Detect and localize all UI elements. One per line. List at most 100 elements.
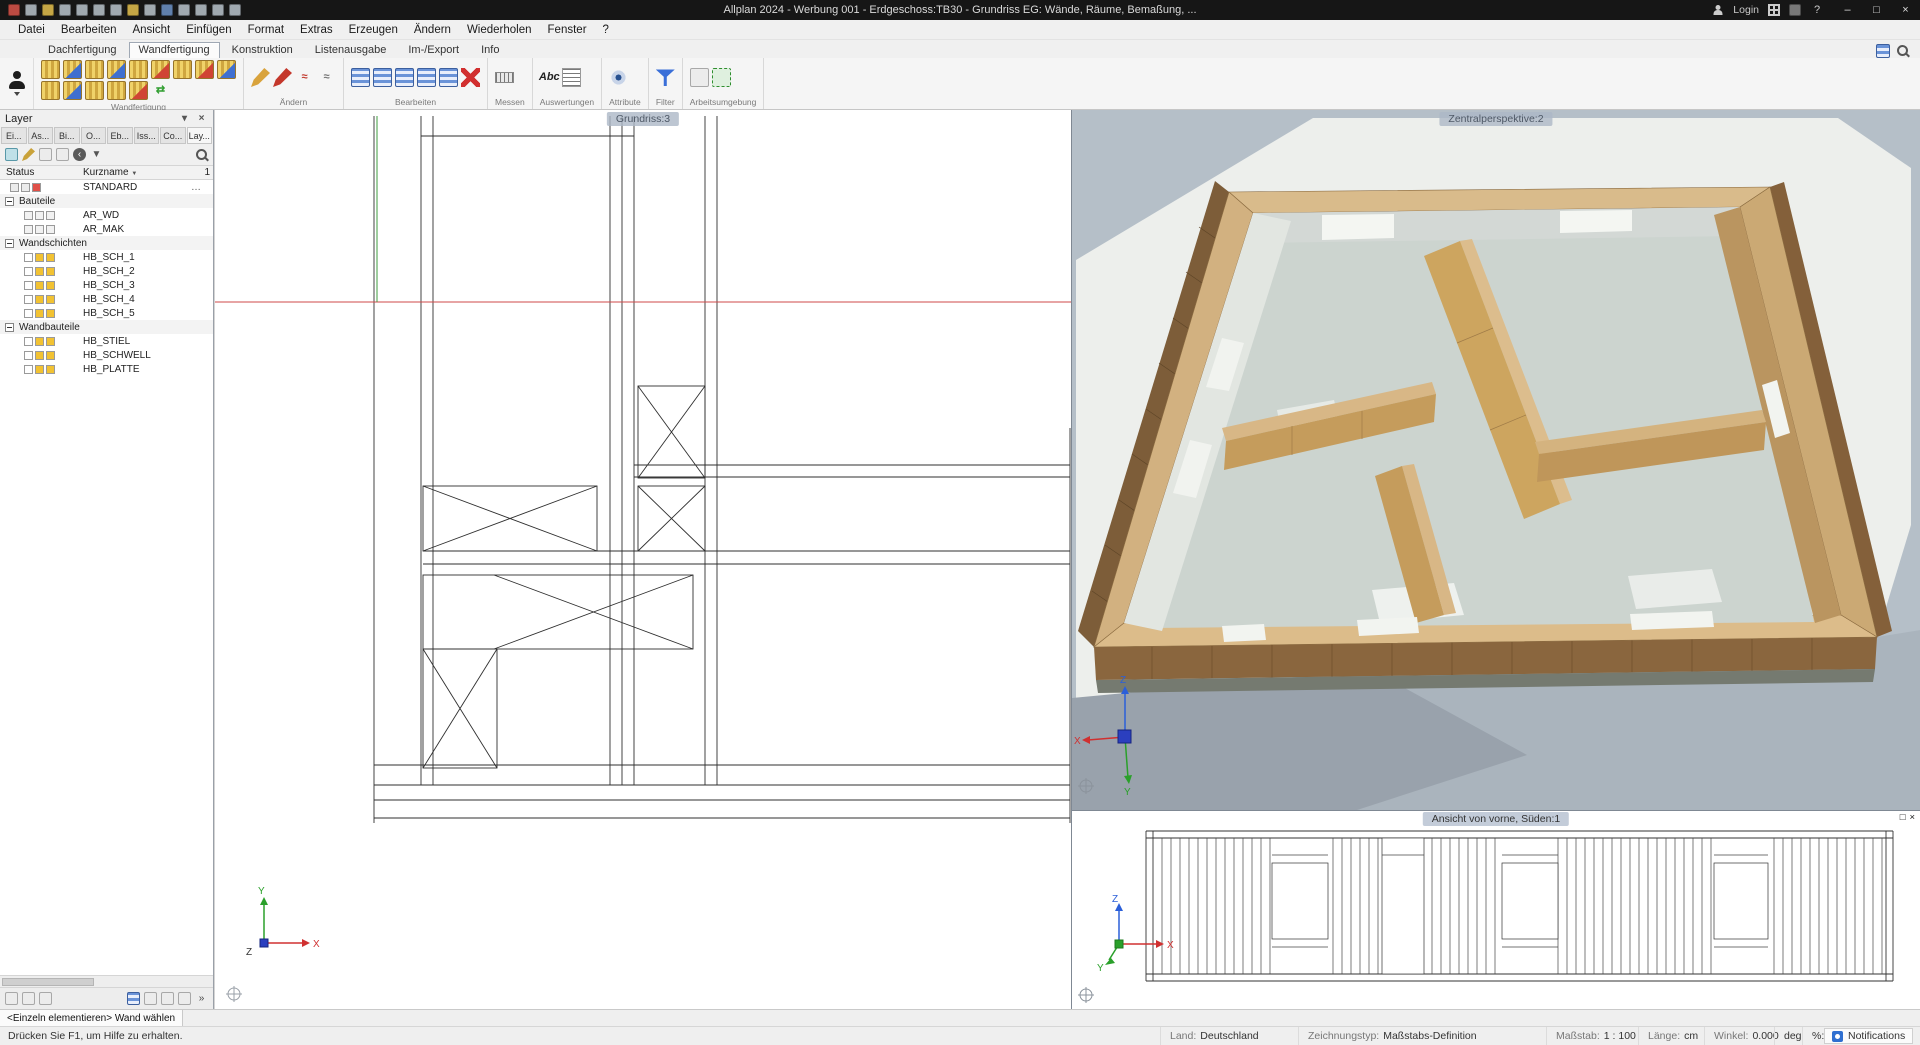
angle-unit-field[interactable]: deg: [1774, 1027, 1802, 1045]
delete-icon[interactable]: [461, 68, 480, 87]
layer-status-cells[interactable]: [24, 211, 55, 220]
wall-layers-icon[interactable]: [63, 60, 82, 79]
layer-row[interactable]: HB_SCH_3: [0, 278, 213, 292]
ribbon-tab[interactable]: Listenausgabe: [305, 42, 397, 58]
save-icon[interactable]: [59, 4, 71, 16]
quick-more-icon[interactable]: [229, 4, 241, 16]
cut-tool-icon[interactable]: [107, 81, 126, 100]
perspective-viewport[interactable]: Zentralperspektive:2: [1071, 110, 1920, 810]
palette-tab[interactable]: Bi...: [54, 127, 80, 144]
numbering-tool-icon[interactable]: [217, 60, 236, 79]
redline-pen-icon[interactable]: [273, 68, 292, 87]
beam-tool-icon[interactable]: [41, 81, 60, 100]
layer-table-header[interactable]: Status Kurzname ▼ 1: [0, 165, 213, 180]
layer-row-more[interactable]: …: [191, 182, 201, 193]
ribbon-tab[interactable]: Dachfertigung: [38, 42, 127, 58]
new-document-icon[interactable]: [25, 4, 37, 16]
layers-icon[interactable]: [161, 4, 173, 16]
layer-row[interactable]: HB_SCH_4: [0, 292, 213, 306]
layer-select-icon[interactable]: [5, 148, 18, 161]
column-status[interactable]: Status: [6, 167, 34, 178]
layer-hscrollbar[interactable]: [0, 975, 213, 987]
layer-panel-header[interactable]: Layer ▾×: [0, 110, 213, 127]
palette-tab[interactable]: O...: [81, 127, 107, 144]
stretch-icon[interactable]: [439, 68, 458, 87]
layer-status-cells[interactable]: [24, 253, 55, 262]
menu-item[interactable]: Ansicht: [124, 22, 178, 38]
column-kurzname[interactable]: Kurzname ▼: [83, 167, 137, 178]
menu-item[interactable]: Erzeugen: [341, 22, 406, 38]
collapse-icon[interactable]: [5, 239, 14, 248]
copy-icon[interactable]: [127, 4, 139, 16]
update-arrows-icon[interactable]: ⇄: [151, 81, 170, 100]
drawing-type-field[interactable]: Zeichnungstyp:Maßstabs-Definition: [1298, 1027, 1477, 1045]
menu-item[interactable]: Einfügen: [178, 22, 239, 38]
wave-edit-icon[interactable]: ≈: [295, 68, 314, 87]
layer-group-row[interactable]: Wandschichten: [0, 236, 213, 250]
country-field[interactable]: Land:Deutschland: [1160, 1027, 1259, 1045]
layer-status-cells[interactable]: [24, 281, 55, 290]
layer-row[interactable]: AR_MAK: [0, 222, 213, 236]
angle-field[interactable]: Winkel:0.000: [1704, 1027, 1779, 1045]
palette-tab[interactable]: Iss...: [134, 127, 160, 144]
ribbon-tab[interactable]: Info: [471, 42, 509, 58]
prompt-message[interactable]: <Einzeln elementieren> Wand wählen: [0, 1010, 183, 1026]
shop-cart-icon[interactable]: [1789, 4, 1801, 16]
column-extra[interactable]: 1: [204, 167, 210, 178]
ribbon-tab[interactable]: Im-/Export: [398, 42, 469, 58]
wall-element-icon[interactable]: [41, 60, 60, 79]
palette-tab[interactable]: As...: [28, 127, 54, 144]
viewport-restore-button[interactable]: □: [1900, 812, 1906, 823]
library-icon[interactable]: [144, 4, 156, 16]
layer-status-cells[interactable]: [24, 309, 55, 318]
doc-assign-icon[interactable]: [127, 992, 140, 1005]
history-back-icon[interactable]: ‹: [73, 148, 86, 161]
layer-status-cells[interactable]: [24, 337, 55, 346]
collapse-icon[interactable]: [5, 323, 14, 332]
project-settings-icon[interactable]: [195, 4, 207, 16]
viewport-close-button[interactable]: ×: [1909, 812, 1915, 823]
layer-status-cells[interactable]: [10, 183, 41, 192]
login-button[interactable]: Login: [1733, 4, 1759, 16]
layer-status-cells[interactable]: [24, 365, 55, 374]
history-dropdown-icon[interactable]: ▼: [90, 148, 103, 161]
menu-item[interactable]: Extras: [292, 22, 341, 38]
layer-group-row[interactable]: Bauteile: [0, 194, 213, 208]
maximize-button[interactable]: □: [1862, 0, 1891, 20]
copy-element-icon[interactable]: [417, 68, 436, 87]
menu-item[interactable]: Ändern: [406, 22, 459, 38]
open-project-icon[interactable]: [42, 4, 54, 16]
palette-tab[interactable]: Eb...: [107, 127, 133, 144]
text-abc-icon[interactable]: Abc: [540, 68, 559, 87]
collapse-icon[interactable]: [5, 197, 14, 206]
menu-item[interactable]: Fenster: [540, 22, 595, 38]
plot-layout-icon[interactable]: [178, 4, 190, 16]
assistant-cell[interactable]: [0, 58, 34, 109]
elevation-viewport[interactable]: Ansicht von vorne, Süden:1 □× Z X Y: [1071, 810, 1920, 1009]
layer-row[interactable]: HB_SCH_5: [0, 306, 213, 320]
mirror-icon[interactable]: [395, 68, 414, 87]
layer-dialog-icon[interactable]: [56, 148, 69, 161]
minimize-button[interactable]: –: [1833, 0, 1862, 20]
layer-row[interactable]: HB_SCH_1: [0, 250, 213, 264]
undo-icon[interactable]: [93, 4, 105, 16]
load-favorite-icon[interactable]: [39, 992, 52, 1005]
move-icon[interactable]: [351, 68, 370, 87]
print-list-icon[interactable]: [5, 992, 18, 1005]
connector-tool-icon[interactable]: [63, 81, 82, 100]
palette-tab[interactable]: Ei...: [1, 127, 27, 144]
ribbon-tab[interactable]: Konstruktion: [222, 42, 303, 58]
layer-row[interactable]: HB_STIEL: [0, 334, 213, 348]
match-curve-icon[interactable]: ≈: [317, 68, 336, 87]
drill-tool-icon[interactable]: [85, 81, 104, 100]
stud-tool-icon[interactable]: [129, 60, 148, 79]
redo-icon[interactable]: [110, 4, 122, 16]
attributes-eye-icon[interactable]: [609, 68, 628, 87]
notifications-button[interactable]: Notifications: [1824, 1028, 1913, 1044]
filter-funnel-icon[interactable]: [656, 68, 675, 87]
save-favorite-icon[interactable]: [22, 992, 35, 1005]
layer-status-cells[interactable]: [24, 295, 55, 304]
layer-row[interactable]: HB_PLATTE: [0, 362, 213, 376]
doc-new-icon[interactable]: [161, 992, 174, 1005]
allplan-logo-icon[interactable]: [8, 4, 20, 16]
